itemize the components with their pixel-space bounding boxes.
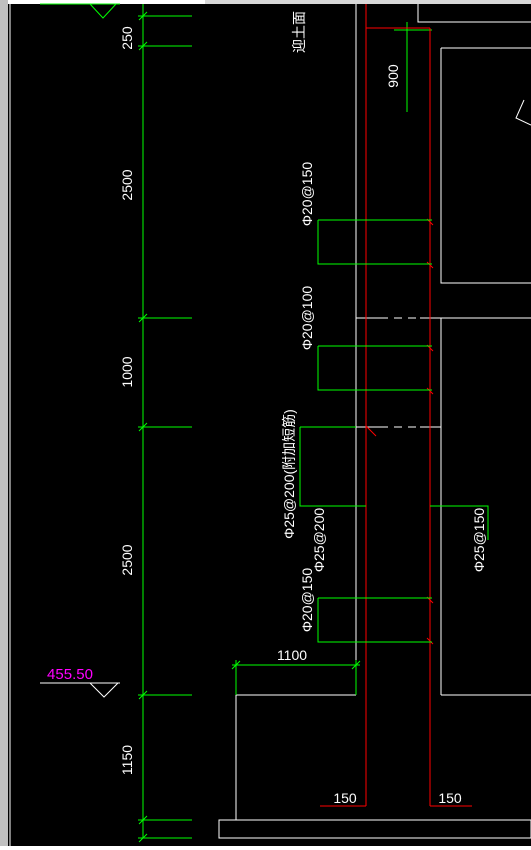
drawing-canvas <box>8 4 531 846</box>
rebar-upper-150-label: Φ20@150 <box>299 162 315 227</box>
dim-2500-lower-label: 2500 <box>119 544 135 575</box>
rebar-right-150-label: Φ25@150 <box>471 508 487 573</box>
left-panel-edge <box>0 0 8 846</box>
cad-viewport[interactable]: 迎土面 900 250 2500 1000 2500 1150 Φ20@150 … <box>0 0 531 846</box>
elevation-label: 455.50 <box>47 666 93 683</box>
dim-150-left-label: 150 <box>333 790 357 806</box>
dim-2500-upper-label: 2500 <box>119 169 135 200</box>
top-note: 迎土面 <box>291 11 307 53</box>
dim-250-label: 250 <box>119 26 135 50</box>
rebar-vertical-200-label: Φ25@200 <box>311 508 327 573</box>
rebar-middle-100-label: Φ20@100 <box>299 286 315 351</box>
dim-150-right-label: 150 <box>438 790 462 806</box>
dim-1150-label: 1150 <box>119 745 135 775</box>
dim-1100-label: 1100 <box>277 647 307 663</box>
dim-1000-label: 1000 <box>119 356 135 387</box>
cad-drawing: 迎土面 900 250 2500 1000 2500 1150 Φ20@150 … <box>0 0 531 846</box>
rebar-lower-150-label: Φ20@150 <box>299 568 315 633</box>
rebar-vertical-note-label: Φ25@200(附加短筋) <box>281 409 297 539</box>
dim-900-label: 900 <box>385 64 401 88</box>
top-toolbar-edge[interactable] <box>205 0 531 4</box>
